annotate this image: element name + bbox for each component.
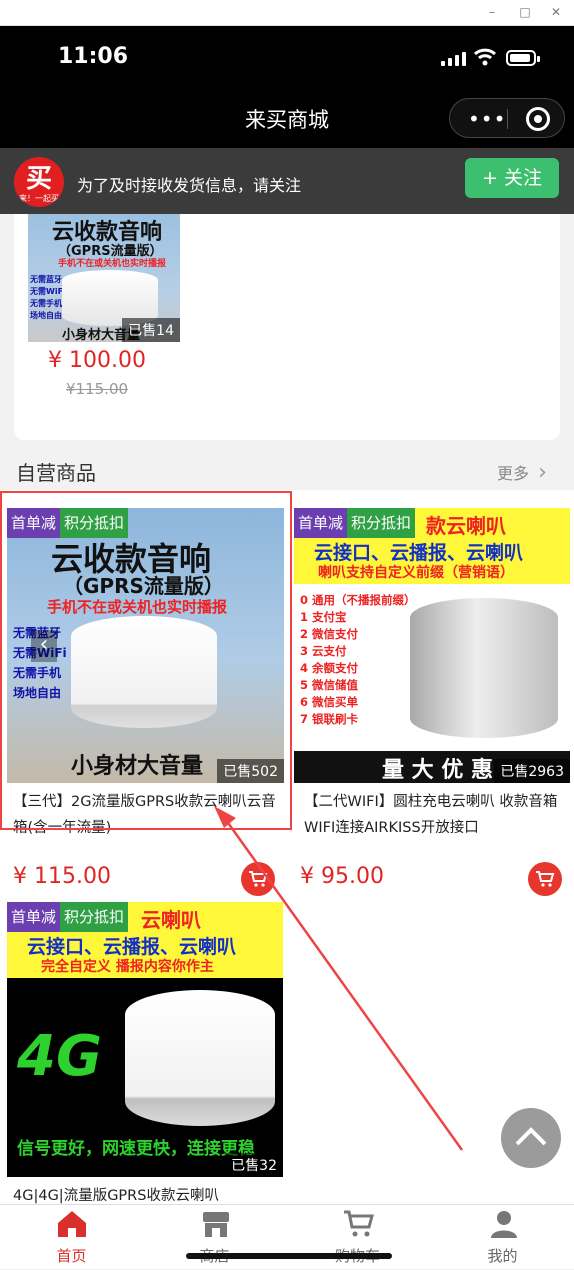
tab-home[interactable]: 首页 <box>0 1205 143 1270</box>
tab-label: 首页 <box>56 1247 87 1265</box>
tab-store[interactable]: 商店 <box>143 1205 286 1270</box>
home-icon <box>58 1211 86 1237</box>
annotation-arrow <box>214 806 464 1151</box>
bottom-tab-bar: 首页 商店 购物车 我的 <box>0 1204 574 1269</box>
chevron-up-icon <box>515 1127 547 1146</box>
back-to-top-button[interactable] <box>501 1108 561 1168</box>
tab-cart[interactable]: 购物车 <box>286 1205 429 1270</box>
tab-profile[interactable]: 我的 <box>431 1205 574 1270</box>
store-icon <box>203 1212 229 1237</box>
home-indicator <box>186 1253 392 1259</box>
tab-label: 我的 <box>487 1247 518 1265</box>
user-icon <box>491 1211 517 1238</box>
cart-icon <box>344 1210 374 1237</box>
